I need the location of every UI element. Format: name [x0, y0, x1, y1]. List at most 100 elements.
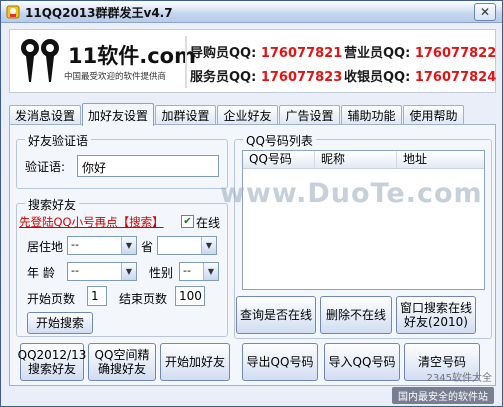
verify-group: 好友验证语 验证语: 你好 [16, 132, 228, 189]
tab-label: 加群设置 [161, 109, 210, 123]
verify-value: 你好 [82, 161, 107, 175]
button-label: 开始加好友 [164, 355, 225, 369]
qzone-search-button[interactable]: QQ空间精确搜好友 [88, 343, 156, 381]
column-label: 地址 [403, 152, 428, 166]
start-search-button[interactable]: 开始搜索 [27, 312, 93, 334]
import-qq-button[interactable]: 导入QQ号码 [324, 343, 400, 381]
chevron-down-icon: ▼ [201, 237, 216, 254]
close-icon: ✕ [479, 5, 491, 19]
tab-send-message[interactable]: 发消息设置 [9, 105, 81, 125]
start-page-label: 开始页数 [27, 292, 76, 306]
close-button[interactable]: ✕ [474, 3, 496, 21]
start-page-input[interactable]: 1 [87, 286, 107, 306]
tab-label: 辅助功能 [347, 109, 396, 123]
group-label: 搜索好友 [25, 196, 80, 213]
group-label: QQ号码列表 [243, 132, 316, 149]
gender-label: 性别 [149, 266, 174, 280]
button-label: 导出QQ号码 [246, 355, 314, 369]
button-label: 清空号码 [417, 355, 466, 369]
tab-label: 使用帮助 [409, 109, 458, 123]
location-label: 居住地 [27, 240, 64, 254]
button-label: 导入QQ号码 [328, 355, 396, 369]
tab-label: 广告设置 [285, 109, 334, 123]
age-select[interactable]: -- ▼ [67, 262, 137, 281]
contact-label: 收银员QQ: [344, 70, 411, 85]
start-page-value: 1 [91, 289, 99, 303]
chevron-down-icon: ▼ [203, 263, 218, 280]
verify-input[interactable]: 你好 [77, 155, 219, 177]
export-qq-button[interactable]: 导出QQ号码 [242, 343, 318, 381]
column-qq-number[interactable]: QQ号码 [243, 151, 315, 169]
watermark-2345: 2345软件大全 [426, 373, 492, 384]
logo-text: 11软件.com [68, 44, 196, 68]
button-label: QQ2012/13搜索好友 [17, 348, 87, 376]
tab-add-friend[interactable]: 加好友设置 [82, 103, 154, 126]
tab-label: 发消息设置 [14, 109, 75, 123]
watermark-duote: www.DuoTe.com [220, 178, 483, 209]
contact-service: 服务员QQ: 176077823 [190, 66, 342, 85]
contact-label: 服务员QQ: [190, 70, 257, 85]
list-header: QQ号码 昵称 地址 [243, 151, 484, 169]
button-label: 窗口搜索在线好友(2010) [399, 301, 472, 329]
chevron-down-icon: ▼ [121, 263, 136, 280]
button-label: 查询是否在线 [239, 308, 312, 322]
button-label: QQ空间精确搜好友 [94, 348, 150, 376]
query-online-button[interactable]: 查询是否在线 [236, 296, 316, 334]
contact-label: 导购员QQ: [190, 46, 257, 61]
tab-ad-settings[interactable]: 广告设置 [279, 105, 340, 125]
window-title: 11QQ2013群群发王v4.7 [25, 6, 173, 20]
column-label: 昵称 [321, 152, 346, 166]
qq2012-search-button[interactable]: QQ2012/13搜索好友 [17, 343, 87, 381]
group-label: 好友验证语 [25, 132, 92, 149]
online-label: 在线 [196, 216, 221, 230]
chevron-down-icon: ▼ [121, 237, 136, 254]
watermark-2345-sub: 国内最安全的软件站 [392, 387, 494, 404]
age-label: 年 龄 [27, 266, 55, 280]
logo-subtitle: 中国最受欢迎的软件提供商 [64, 72, 167, 82]
app-icon [6, 5, 20, 19]
delete-offline-button[interactable]: 删除不在线 [320, 296, 392, 334]
tab-label: 加好友设置 [87, 108, 148, 123]
contact-label: 营业员QQ: [344, 46, 411, 61]
contact-shopping-guide: 导购员QQ: 176077821 [190, 42, 342, 61]
contact-number: 176077821 [260, 46, 343, 61]
contact-cashier: 收银员QQ: 176077824 [344, 66, 496, 85]
tab-join-group[interactable]: 加群设置 [155, 105, 216, 125]
add-friend-panel: 好友验证语 验证语: 你好 搜索好友 先登陆QQ小号再点【搜索】 ✔ 在线 居住… [9, 124, 496, 386]
gender-select[interactable]: -- ▼ [179, 262, 219, 281]
gender-value: -- [183, 264, 191, 277]
online-checkbox[interactable]: ✔ [181, 215, 194, 228]
contact-number: 176077823 [260, 70, 343, 85]
start-add-friends-button[interactable]: 开始加好友 [160, 343, 230, 381]
tab-label: 企业好友 [223, 109, 272, 123]
title-bar[interactable]: 11QQ2013群群发王v4.7 ✕ [1, 1, 502, 23]
qq-list-view[interactable]: QQ号码 昵称 地址 [242, 150, 485, 290]
login-first-link[interactable]: 先登陆QQ小号再点【搜索】 [19, 214, 164, 230]
column-label: QQ号码 [249, 152, 292, 166]
tab-enterprise-friend[interactable]: 企业好友 [217, 105, 278, 125]
province-label: 省 [141, 240, 154, 254]
age-value: -- [71, 264, 79, 277]
contact-number: 176077824 [414, 70, 497, 85]
verify-label: 验证语: [25, 160, 66, 174]
tab-aux-functions[interactable]: 辅助功能 [341, 105, 402, 125]
banner-divider [185, 36, 187, 88]
banner: 11软件.com 中国最受欢迎的软件提供商 导购员QQ: 176077821 营… [9, 29, 496, 93]
contact-number: 176077822 [414, 46, 497, 61]
search-group: 搜索好友 先登陆QQ小号再点【搜索】 ✔ 在线 居住地 -- ▼ 省 ▼ 年 龄… [16, 196, 228, 337]
tab-strip: 发消息设置 加好友设置 加群设置 企业好友 广告设置 辅助功能 使用帮助 [9, 103, 496, 126]
column-nickname[interactable]: 昵称 [315, 151, 397, 169]
end-page-label: 结束页数 [119, 292, 168, 306]
location-select[interactable]: -- ▼ [67, 236, 137, 255]
tab-help[interactable]: 使用帮助 [403, 105, 464, 125]
window-search-button[interactable]: 窗口搜索在线好友(2010) [396, 296, 476, 334]
column-address[interactable]: 地址 [397, 151, 485, 169]
location-value: -- [71, 238, 79, 251]
logo-icon [21, 39, 59, 82]
app-window: 11QQ2013群群发王v4.7 ✕ 11软件.com 中国最受欢迎的软件提供商… [0, 0, 503, 407]
province-select[interactable]: ▼ [157, 236, 217, 255]
contact-sales: 营业员QQ: 176077822 [344, 42, 496, 61]
button-label: 删除不在线 [325, 308, 386, 322]
end-page-input[interactable]: 100 [175, 286, 205, 306]
end-page-value: 100 [179, 289, 202, 303]
